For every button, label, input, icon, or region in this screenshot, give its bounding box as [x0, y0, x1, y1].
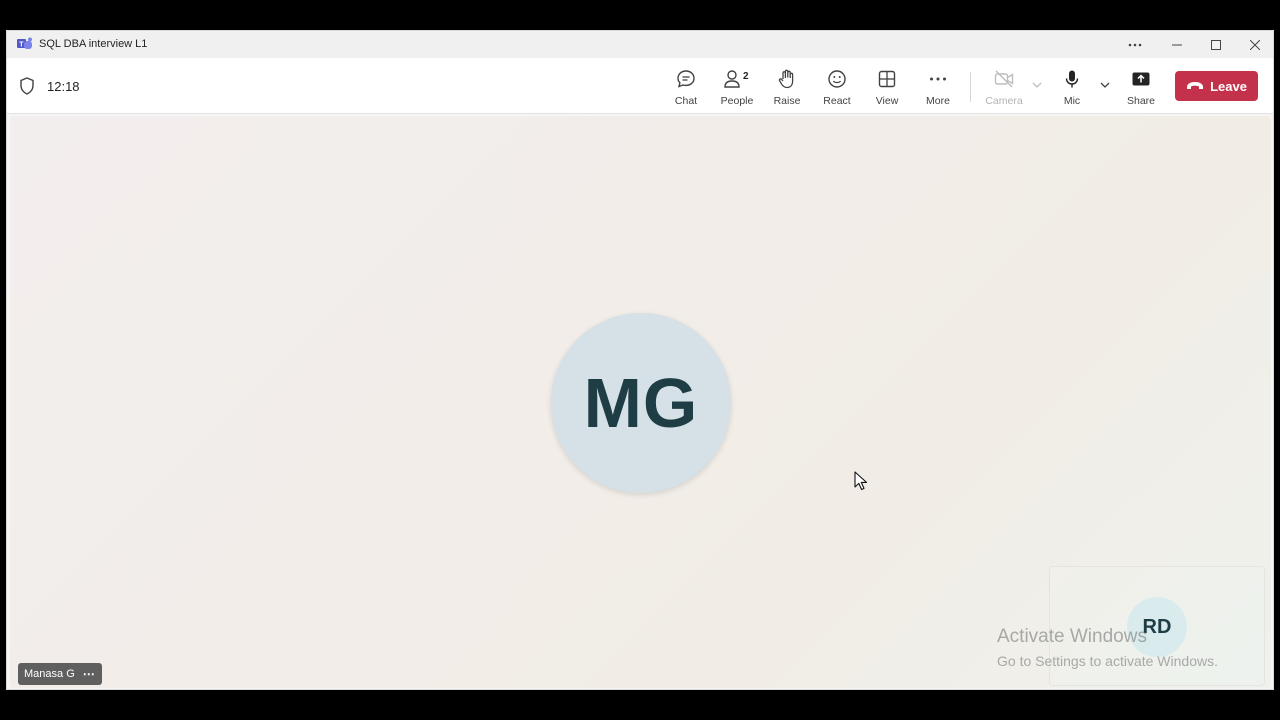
view-button[interactable]: View	[863, 66, 911, 108]
leave-label: Leave	[1210, 78, 1247, 94]
microphone-icon	[1065, 70, 1079, 88]
grid-view-icon	[878, 70, 896, 88]
mic-options-chevron-icon[interactable]	[1098, 78, 1112, 92]
close-button[interactable]	[1235, 31, 1273, 58]
mic-label: Mic	[1063, 95, 1081, 107]
chat-button[interactable]: Chat	[662, 66, 710, 108]
react-label: React	[823, 95, 851, 107]
chat-label: Chat	[674, 95, 698, 107]
mouse-cursor-icon	[854, 471, 868, 491]
maximize-icon	[1211, 39, 1221, 50]
camera-off-icon	[994, 70, 1014, 88]
teams-logo-icon: T	[17, 37, 32, 49]
meeting-stage: MG RD Activate Windows Go to Settings to…	[10, 116, 1271, 688]
minimize-button[interactable]	[1157, 31, 1197, 58]
activate-windows-subtitle: Go to Settings to activate Windows.	[997, 653, 1218, 669]
more-icon	[930, 77, 946, 81]
raise-label: Raise	[773, 95, 801, 107]
maximize-button[interactable]	[1196, 31, 1236, 58]
chat-icon	[677, 70, 695, 88]
title-bar: T SQL DBA interview L1	[7, 31, 1273, 58]
close-icon	[1250, 39, 1260, 50]
participant-name-badge[interactable]: Manasa G ⋯	[18, 663, 102, 685]
people-count: 2	[743, 71, 749, 82]
meeting-timer: 12:18	[47, 79, 80, 94]
view-label: View	[875, 95, 899, 107]
mic-button[interactable]: Mic	[1048, 66, 1096, 108]
participant-options-icon[interactable]: ⋯	[83, 667, 96, 681]
camera-label: Camera	[985, 95, 1023, 107]
people-icon	[724, 70, 740, 88]
more-actions-button[interactable]: More	[914, 66, 962, 108]
activate-windows-title: Activate Windows	[997, 626, 1147, 647]
shield-icon[interactable]	[19, 77, 35, 95]
hand-icon	[778, 69, 794, 89]
raise-hand-button[interactable]: Raise	[763, 66, 811, 108]
share-label: Share	[1126, 95, 1156, 107]
share-screen-icon	[1132, 72, 1150, 86]
window-title: SQL DBA interview L1	[39, 38, 148, 50]
teams-meeting-window: T SQL DBA interview L1 12:18 Chat 2 Peop…	[6, 30, 1274, 690]
leave-button[interactable]: Leave	[1175, 71, 1258, 101]
participant-name: Manasa G	[24, 668, 75, 680]
smiley-icon	[828, 70, 846, 88]
toolbar-divider	[970, 72, 971, 102]
minimize-icon	[1172, 44, 1182, 45]
people-button[interactable]: 2 People	[713, 66, 761, 108]
react-button[interactable]: React	[813, 66, 861, 108]
camera-options-chevron-icon[interactable]	[1030, 78, 1044, 92]
more-icon	[1128, 43, 1142, 46]
more-label: More	[926, 95, 950, 107]
hang-up-icon	[1187, 82, 1204, 89]
camera-button[interactable]: Camera	[980, 66, 1028, 108]
meeting-toolbar: 12:18 Chat 2 People Raise React View Mor…	[7, 58, 1273, 114]
share-button[interactable]: Share	[1117, 66, 1165, 108]
participant-avatar: MG	[551, 313, 731, 493]
people-label: People	[720, 95, 754, 107]
window-more-button[interactable]	[1115, 31, 1155, 58]
svg-text:T: T	[19, 41, 24, 48]
